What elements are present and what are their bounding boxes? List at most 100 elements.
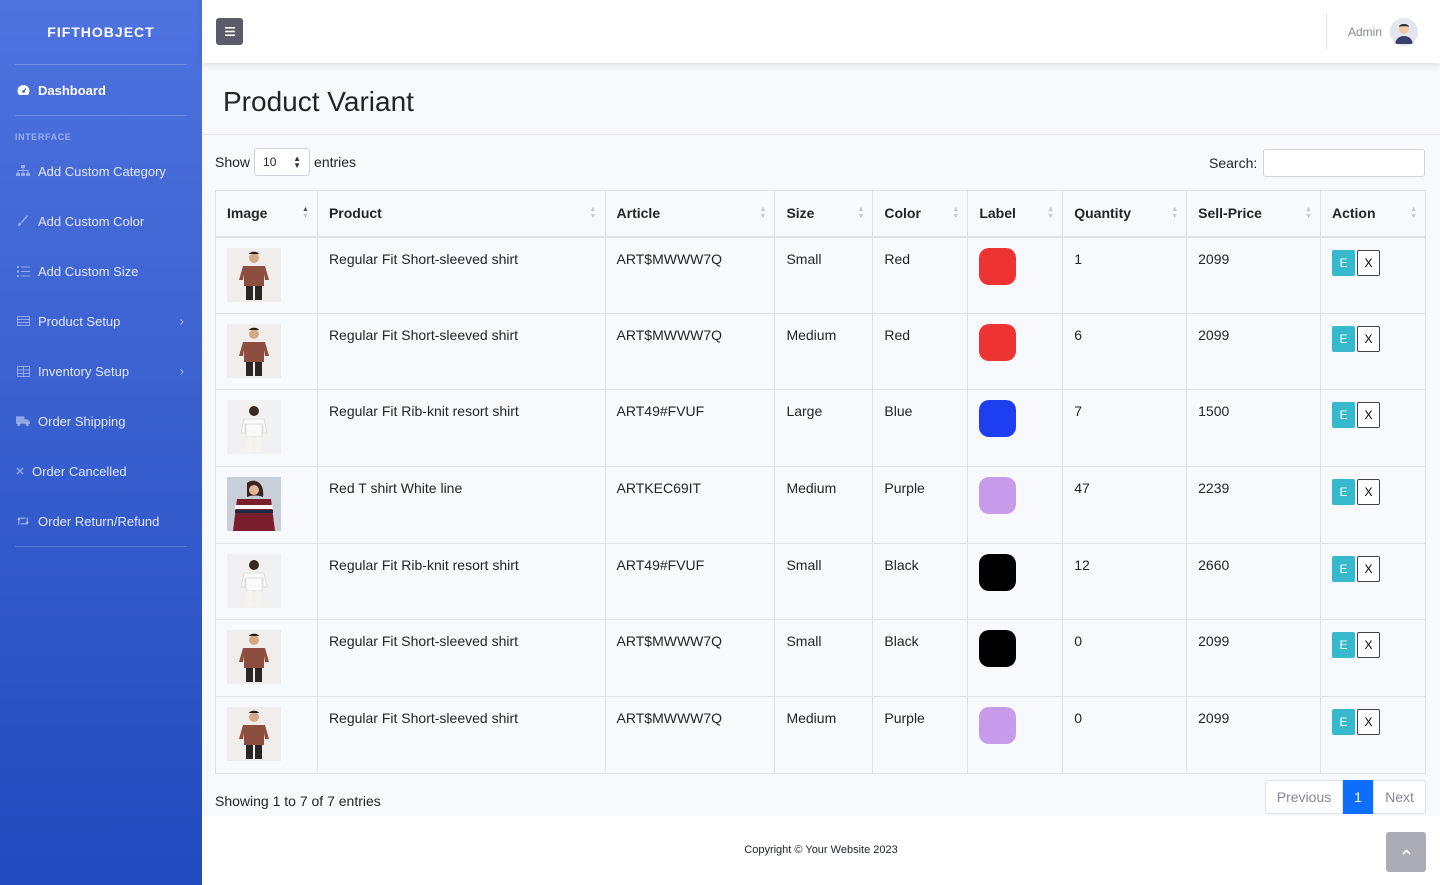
table-search: Search:: [1209, 149, 1426, 177]
column-header[interactable]: Quantity ▲ ▼: [1062, 190, 1188, 238]
user-name[interactable]: Admin: [1348, 25, 1382, 39]
article-cell: ART$MWWW7Q: [604, 236, 776, 314]
edit-button[interactable]: E: [1331, 249, 1355, 276]
label-cell: [967, 542, 1064, 621]
next-page-button[interactable]: Next: [1373, 780, 1426, 814]
delete-button[interactable]: X: [1356, 479, 1380, 506]
select-arrows-icon: ▲ ▼: [293, 154, 302, 170]
entries-select-value: 10: [263, 155, 277, 169]
product-image: [215, 542, 318, 621]
topbar-divider: [1326, 13, 1327, 49]
edit-button[interactable]: E: [1331, 555, 1355, 582]
avatar[interactable]: [1390, 18, 1418, 46]
sidebar-item-label: Inventory Setup: [38, 363, 130, 379]
color-swatch: [979, 553, 1017, 591]
sidebar-item-dashboard[interactable]: Dashboard: [0, 65, 202, 115]
delete-button[interactable]: X: [1356, 325, 1380, 352]
color-cell: Black: [872, 542, 969, 621]
sidebar-item-order-shipping[interactable]: Order Shipping: [0, 396, 202, 446]
sidebar-item-add-custom-color[interactable]: Add Custom Color: [0, 196, 202, 246]
column-header[interactable]: Article ▲ ▼: [604, 190, 776, 238]
sidebar-toggle-button[interactable]: [216, 18, 243, 45]
action-cell: EX: [1319, 696, 1427, 774]
sidebar-item-order-return-refund[interactable]: Order Return/Refund: [0, 496, 202, 546]
sidebar-item-add-custom-size[interactable]: Add Custom Size: [0, 246, 202, 296]
table-icon: [16, 314, 30, 328]
product-name-cell: Regular Fit Rib-knit resort shirt: [316, 542, 606, 621]
sidebar-item-inventory-setup[interactable]: Inventory Setup ›: [0, 346, 202, 396]
price-cell: 2099: [1186, 696, 1321, 774]
delete-button[interactable]: X: [1356, 709, 1380, 736]
column-header[interactable]: Sell-Price ▲ ▼: [1186, 190, 1321, 238]
quantity-cell: 1: [1062, 236, 1188, 314]
previous-page-button[interactable]: Previous: [1265, 780, 1343, 814]
quantity-cell: 0: [1062, 619, 1188, 698]
column-header-label: Label: [979, 205, 1016, 222]
color-cell: Purple: [872, 466, 969, 544]
column-header[interactable]: Image ▲ ▼: [215, 190, 318, 238]
label-cell: [967, 236, 1064, 314]
column-header[interactable]: Color ▲ ▼: [872, 190, 969, 238]
column-header[interactable]: Product ▲ ▼: [316, 190, 606, 238]
color-swatch: [979, 323, 1017, 361]
color-swatch: [979, 400, 1017, 438]
table-body: Regular Fit Short-sleeved shirt ART$MWWW7…: [215, 236, 1427, 774]
product-image: [215, 389, 318, 468]
sidebar-item-label: Add Custom Color: [38, 213, 145, 229]
sidebar-item-order-cancelled[interactable]: Order Cancelled: [0, 446, 202, 496]
column-header[interactable]: Size ▲ ▼: [774, 190, 874, 238]
sidebar-item-label: Product Setup: [38, 313, 121, 329]
quantity-cell: 7: [1062, 389, 1188, 468]
chevron-right-icon: ›: [179, 313, 184, 329]
sidebar-item-add-custom-category[interactable]: Add Custom Category: [0, 146, 202, 196]
tachometer-icon: [16, 83, 30, 97]
column-header[interactable]: Label ▲ ▼: [967, 190, 1064, 238]
list-icon: [16, 264, 30, 278]
delete-button[interactable]: X: [1356, 402, 1380, 429]
column-header[interactable]: Action ▲ ▼: [1319, 190, 1427, 238]
brand-logo[interactable]: FIFTHOBJECT: [0, 0, 202, 64]
sidebar-item-product-setup[interactable]: Product Setup ›: [0, 296, 202, 346]
page-1-button[interactable]: 1: [1343, 780, 1373, 814]
color-swatch: [979, 477, 1017, 515]
product-name-cell: Regular Fit Rib-knit resort shirt: [316, 389, 606, 468]
edit-button[interactable]: E: [1331, 479, 1355, 506]
product-image: [215, 236, 318, 314]
sidebar-item-label: Order Cancelled: [32, 463, 127, 479]
scroll-to-top-button[interactable]: [1386, 832, 1426, 872]
edit-button[interactable]: E: [1331, 632, 1355, 659]
search-input[interactable]: [1263, 149, 1426, 177]
delete-button[interactable]: X: [1356, 249, 1380, 276]
article-cell: ART$MWWW7Q: [604, 696, 776, 774]
edit-button[interactable]: E: [1331, 402, 1355, 429]
retweet-icon: [16, 514, 30, 528]
price-cell: 2099: [1186, 312, 1321, 391]
close-icon: [16, 464, 24, 478]
delete-button[interactable]: X: [1356, 555, 1380, 582]
action-cell: EX: [1319, 542, 1427, 621]
entries-select[interactable]: 10 ▲ ▼: [254, 148, 311, 176]
edit-button[interactable]: E: [1331, 325, 1355, 352]
label-cell: [967, 466, 1064, 544]
product-image: [215, 312, 318, 391]
size-cell: Large: [774, 389, 874, 468]
article-cell: ART$MWWW7Q: [604, 312, 776, 391]
delete-button[interactable]: X: [1356, 632, 1380, 659]
sort-icon: ▲ ▼: [952, 206, 960, 220]
price-cell: 1500: [1186, 389, 1321, 468]
product-name-cell: Red T shirt White line: [316, 466, 606, 544]
sidebar-item-label: Order Return/Refund: [38, 513, 160, 529]
topbar: Admin: [202, 0, 1440, 63]
footer: Copyright © Your Website 2023: [202, 816, 1440, 885]
sidebar: FIFTHOBJECT Dashboard INTERFACE Add Cust…: [0, 0, 202, 885]
sort-icon: ▲ ▼: [1047, 206, 1055, 220]
product-name-cell: Regular Fit Short-sleeved shirt: [316, 236, 606, 314]
sort-icon: ▲ ▼: [759, 206, 767, 220]
color-cell: Red: [872, 312, 969, 391]
edit-button[interactable]: E: [1331, 709, 1355, 736]
quantity-cell: 0: [1062, 696, 1188, 774]
page-title: Product Variant: [223, 86, 414, 117]
pagination: Previous 1 Next: [1265, 780, 1426, 814]
size-cell: Medium: [774, 312, 874, 391]
sort-icon: ▲ ▼: [302, 206, 309, 220]
